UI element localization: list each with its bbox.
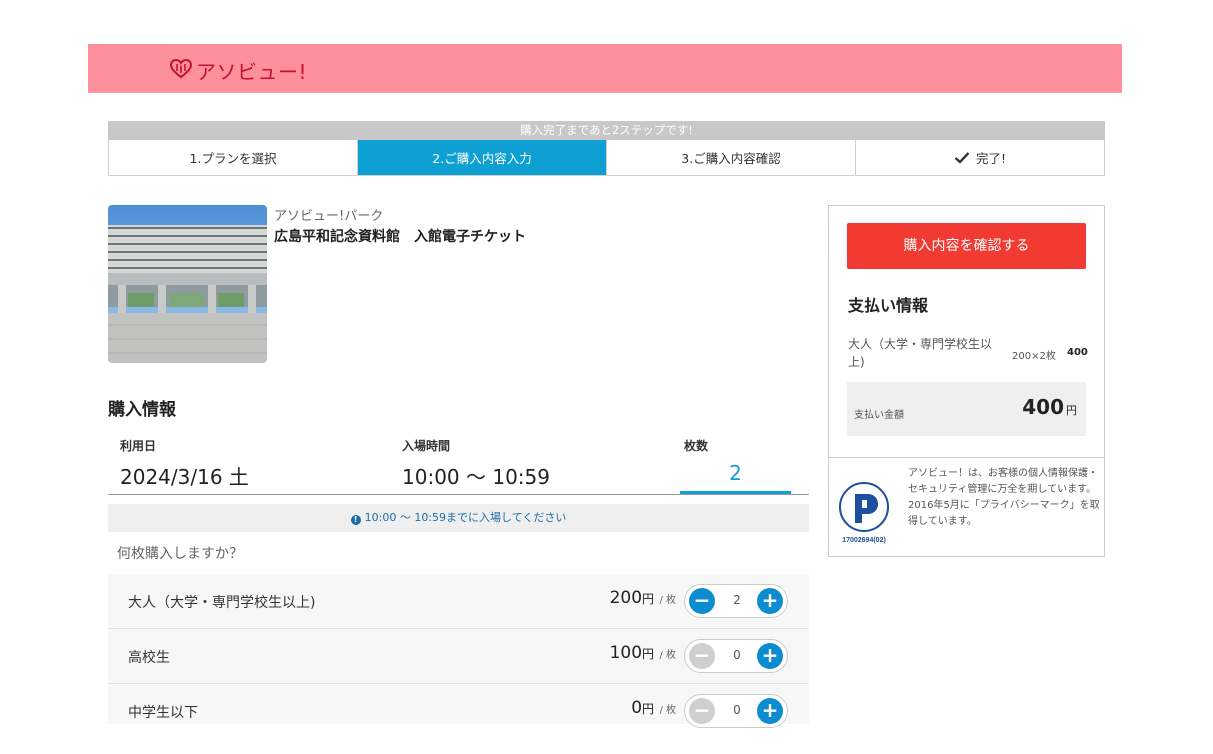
privacy-mark-icon: 17002694(02)	[835, 476, 893, 550]
step-label: 完了!	[975, 151, 1006, 166]
panel-divider	[829, 457, 1104, 458]
decrement-button[interactable]: −	[689, 643, 715, 669]
price-unit: 円	[642, 702, 655, 716]
notice-text: 10:00 ～ 10:59までに入場してください	[364, 511, 567, 524]
logo-text: アソビュー!	[196, 60, 308, 84]
increment-button[interactable]: +	[757, 588, 783, 614]
ticket-price: 100円 / 枚	[610, 643, 676, 663]
total-unit: 円	[1066, 404, 1077, 417]
price-per: / 枚	[659, 705, 676, 716]
quantity-stepper: − 2 +	[684, 584, 788, 618]
price-unit: 円	[642, 592, 655, 606]
field-divider	[108, 494, 809, 495]
quantity-question: 何枚購入しますか？	[117, 546, 243, 562]
ticket-name: 中学生以下	[128, 705, 198, 721]
confirm-purchase-button[interactable]: 購入内容を確認する	[847, 223, 1086, 269]
privacy-mark-number: 17002694(02)	[842, 537, 886, 544]
step-indicator: 1.プランを選択 2.ご購入内容入力 3.ご購入内容確認 完了!	[108, 140, 1105, 176]
price-unit: 円	[642, 647, 655, 661]
ticket-count: 2	[733, 593, 741, 607]
product-image	[108, 205, 267, 363]
decrement-button[interactable]: −	[689, 698, 715, 724]
ticket-price: 200円 / 枚	[610, 588, 676, 608]
payment-info-title: 支払い情報	[848, 296, 929, 315]
ticket-row-junior-high: 中学生以下 0円 / 枚 − 0 +	[108, 684, 809, 728]
decrement-button[interactable]: −	[689, 588, 715, 614]
privacy-statement: アソビュー！は、お客様の個人情報保護・セキュリティ管理に万全を期しています。20…	[908, 468, 1100, 527]
ticket-price: 0円 / 枚	[631, 698, 676, 718]
total-value: 400 円	[1022, 395, 1077, 419]
payment-item-detail: 200×2枚	[1012, 351, 1056, 362]
ticket-name: 高校生	[128, 650, 170, 666]
step-label: 2.ご購入内容入力	[432, 151, 532, 166]
heart-logo-icon	[169, 58, 193, 83]
quantity-value[interactable]: 2	[680, 461, 791, 485]
increment-button[interactable]: +	[757, 643, 783, 669]
total-box: 支払い金額 400 円	[847, 382, 1086, 436]
step-1: 1.プランを選択	[109, 140, 358, 175]
price-value: 100	[609, 643, 643, 663]
ticket-count: 0	[733, 703, 741, 717]
quantity-stepper: − 0 +	[684, 694, 788, 728]
price-per: / 枚	[659, 595, 676, 606]
checkmark-icon	[954, 151, 970, 164]
ticket-count: 0	[733, 648, 741, 662]
logo[interactable]: アソビュー!	[169, 56, 308, 85]
step-3: 3.ご購入内容確認	[607, 140, 856, 175]
date-label: 利用日	[120, 439, 157, 453]
step-label: 1.プランを選択	[189, 151, 277, 166]
step-progress-banner: 購入完了まであと2ステップです!	[108, 121, 1105, 140]
price-per: / 枚	[659, 650, 676, 661]
time-value[interactable]: 10:00 ～ 10:59	[402, 461, 550, 490]
step-2: 2.ご購入内容入力	[358, 140, 607, 175]
quantity-label: 枚数	[684, 439, 709, 453]
increment-button[interactable]: +	[757, 698, 783, 724]
total-label: 支払い金額	[854, 410, 904, 421]
date-value[interactable]: 2024/3/16 土	[120, 461, 249, 490]
product-name: 広島平和記念資料館 入館電子チケット	[274, 229, 526, 245]
ticket-row-high-school: 高校生 100円 / 枚 − 0 +	[108, 629, 809, 684]
price-value: 200	[609, 588, 643, 608]
step-label: 3.ご購入内容確認	[681, 151, 781, 166]
payment-side-panel: 購入内容を確認する 支払い情報 大人（大学・専門学校生以上) 200×2枚 40…	[828, 205, 1105, 557]
quantity-underline	[680, 491, 791, 494]
step-4: 完了!	[856, 140, 1104, 175]
site-header: アソビュー!	[88, 44, 1122, 93]
price-value: 0	[631, 698, 643, 718]
info-icon: !	[350, 515, 361, 525]
quantity-stepper: − 0 +	[684, 639, 788, 673]
vendor-name[interactable]: アソビュー!パーク	[274, 205, 383, 224]
time-label: 入場時間	[402, 439, 451, 453]
purchase-info-title: 購入情報	[108, 400, 176, 420]
payment-item-amount: 400	[1067, 347, 1088, 358]
ticket-name: 大人（大学・専門学校生以上)	[128, 595, 316, 611]
ticket-row-adult: 大人（大学・専門学校生以上) 200円 / 枚 − 2 +	[108, 574, 809, 629]
payment-item-name: 大人（大学・専門学校生以上)	[848, 337, 993, 369]
total-amount: 400	[1022, 395, 1064, 419]
entry-time-notice: ! 10:00 ～ 10:59までに入場してください	[108, 504, 809, 532]
